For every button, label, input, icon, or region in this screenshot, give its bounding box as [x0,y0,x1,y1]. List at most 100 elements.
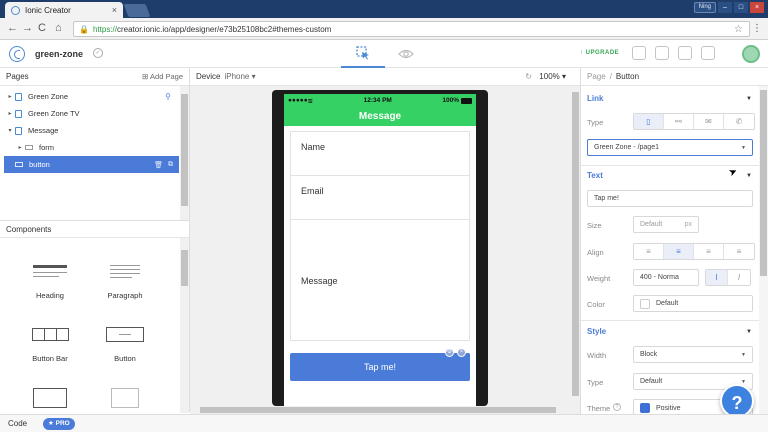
device-label: Device [196,72,221,81]
settings-icon[interactable]: ⚙ [445,348,454,357]
url-link-icon[interactable]: ⚯ [664,114,694,129]
battery-percent: 100% [442,97,459,104]
expand-caret-icon[interactable]: ▸ [5,110,15,117]
pages-scroll-thumb[interactable] [181,94,188,206]
page-item-message[interactable]: ▾ Message [0,122,189,139]
user-avatar[interactable] [742,45,760,63]
expand-caret-icon[interactable]: ▸ [15,144,25,151]
props-scrollbar[interactable] [759,86,768,414]
text-collapse-icon[interactable]: ▼ [746,173,752,179]
component-item-button[interactable]: button 🗑 ⧉ [4,156,179,173]
props-scroll-thumb[interactable] [760,90,767,276]
reload-icon[interactable]: C [38,22,46,34]
width-select[interactable]: Block ▼ [633,346,753,363]
add-page-button[interactable]: ⊞ Add Page [142,72,183,81]
component-image-icon[interactable] [111,388,139,408]
upgrade-link[interactable]: ↑ UPGRADE [580,50,619,56]
link-section-title[interactable]: Link [587,94,603,103]
align-justify-icon[interactable]: ≡ [724,244,754,259]
phone-link-icon[interactable]: ✆ [724,114,754,129]
components-scrollbar[interactable] [180,238,189,413]
wifi-icon: ≋ [307,97,314,105]
design-mode-button[interactable] [341,40,385,68]
rotate-icon[interactable]: ↻ [525,72,532,81]
project-name[interactable]: green-zone [35,49,83,59]
upload-icon[interactable] [655,46,669,60]
back-icon[interactable]: ← [7,22,18,34]
component-button-bar[interactable]: Button Bar [15,326,85,363]
bottom-bar: Code ★ PRO [0,414,768,432]
style-collapse-icon[interactable]: ▼ [746,329,752,335]
text-section-title[interactable]: Text [587,171,603,180]
message-form[interactable]: Name Email Message [290,131,470,341]
lock-icon: 🔒 [79,24,89,34]
forward-icon[interactable]: → [22,22,33,34]
minimize-button[interactable]: – [718,2,732,13]
page-nav-title[interactable]: Message [284,107,476,126]
link-type-label: Type [587,118,604,127]
url-input[interactable]: 🔒 https://creator.ionic.io/app/designer/… [73,21,750,37]
link-collapse-icon[interactable]: ▼ [746,96,752,102]
email-field[interactable]: Email [291,176,469,220]
component-item-label: button [29,160,50,169]
help-circle-icon[interactable] [701,46,715,60]
link-target-select[interactable]: Green Zone - /page1 ▼ [587,139,753,156]
device-select[interactable]: iPhone ▾ [224,72,255,81]
button-text-input[interactable]: Tap me! [587,190,753,207]
browser-user-badge[interactable]: Ning [693,2,716,13]
style-section-title[interactable]: Style [587,327,606,336]
align-center-icon[interactable]: ≡ [664,244,694,259]
email-link-icon[interactable]: ✉ [694,114,724,129]
pages-scrollbar[interactable] [180,86,189,220]
theme-brush-icon[interactable] [632,46,646,60]
page-item-label: Green Zone TV [28,109,80,118]
maximize-button[interactable]: □ [734,2,748,13]
tab-close-icon[interactable]: × [112,5,117,15]
size-input[interactable]: Default px [633,216,699,233]
tap-me-button[interactable]: Tap me! ⚙ × [290,348,470,381]
info-icon[interactable]: ? [613,403,621,411]
canvas-h-scroll-thumb[interactable] [200,407,556,413]
breadcrumb-page[interactable]: Page [587,72,606,81]
align-left-icon[interactable]: ≡ [634,244,664,259]
collapse-caret-icon[interactable]: ▾ [5,127,15,134]
italic-icon[interactable]: I [728,270,750,285]
duplicate-icon[interactable]: ⧉ [168,161,173,169]
component-item-form[interactable]: ▸ form [0,139,189,156]
bookmark-star-icon[interactable]: ☆ [734,24,743,35]
message-field[interactable]: Message [291,220,469,340]
expand-caret-icon[interactable]: ▸ [5,93,15,100]
component-button[interactable]: Button [90,326,160,363]
download-icon[interactable] [678,46,692,60]
canvas-v-scroll-thumb[interactable] [572,92,579,396]
page-item-green-zone[interactable]: ▸ Green Zone ⚲ [0,88,189,105]
component-paragraph[interactable]: Paragraph [90,263,160,300]
page-item-green-zone-tv[interactable]: ▸ Green Zone TV [0,105,189,122]
browser-tab[interactable]: Ionic Creator × [5,2,123,18]
zoom-select[interactable]: 100% ▾ [539,72,566,81]
pages-header: Pages ⊞ Add Page [0,68,189,86]
component-heading[interactable]: Heading [15,263,85,300]
help-button[interactable]: ? [720,384,754,418]
align-right-icon[interactable]: ≡ [694,244,724,259]
app-header: green-zone ✓ ↑ UPGRADE [0,40,768,68]
pro-badge[interactable]: ★ PRO [43,418,75,430]
browser-menu-icon[interactable]: ⋮ [752,23,762,34]
preview-mode-button[interactable] [386,40,426,68]
home-icon[interactable]: ⌂ [55,22,62,34]
component-card-icon[interactable] [33,388,67,408]
remove-icon[interactable]: × [457,348,466,357]
close-window-button[interactable]: × [750,2,764,13]
page-link-icon[interactable]: ▯ [634,114,664,129]
weight-select[interactable]: 400 - Norma [633,269,699,286]
new-tab-button[interactable] [123,4,151,17]
components-scroll-thumb[interactable] [181,250,188,286]
name-field[interactable]: Name [291,132,469,176]
ionic-logo-icon[interactable] [9,46,25,62]
canvas-h-scrollbar[interactable] [190,406,571,414]
text-color-picker[interactable]: Default [633,295,753,312]
code-tab[interactable]: Code [8,419,27,428]
canvas-v-scrollbar[interactable] [571,86,580,406]
delete-icon[interactable]: 🗑 [154,161,163,169]
text-case-icon[interactable]: I [706,270,728,285]
